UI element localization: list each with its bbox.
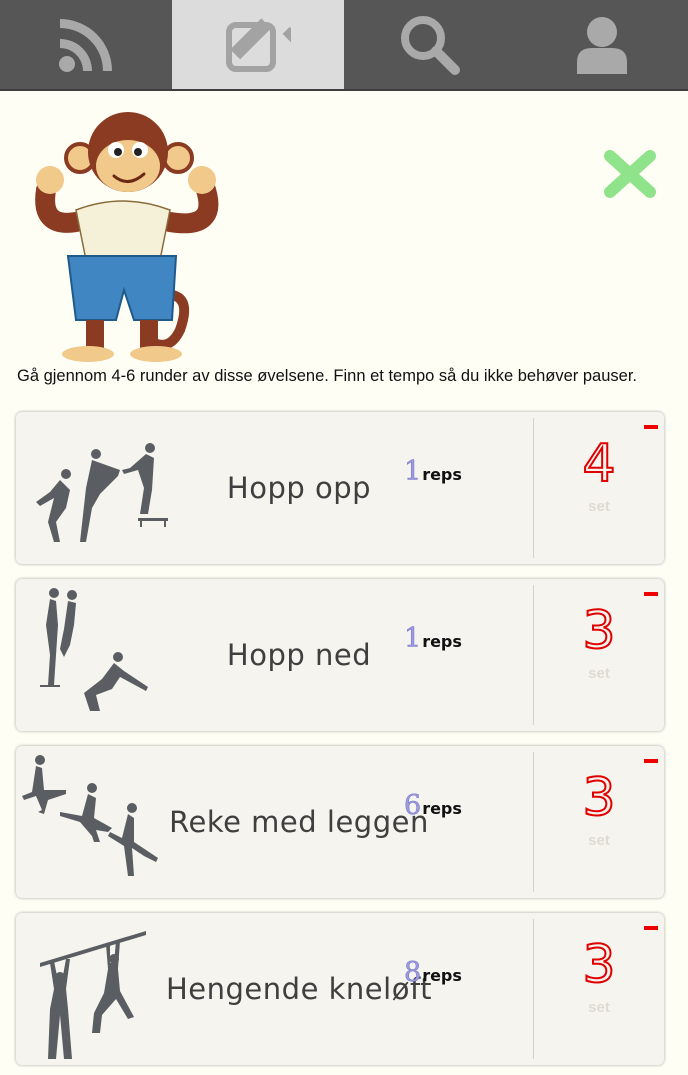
divider [533,752,534,892]
set-label: set [588,498,610,515]
reps-count: 1 reps [404,623,462,655]
nav-search[interactable] [344,0,516,89]
remove-exercise-button[interactable] [644,425,658,429]
reps-value: 1 [404,623,422,655]
edit-icon [226,17,291,72]
remove-exercise-button[interactable] [644,926,658,930]
exercise-card[interactable]: Hengende kneløft 8 reps 3 set [16,913,664,1065]
reps-value: 8 [404,957,422,989]
remove-exercise-button[interactable] [644,759,658,763]
set-count[interactable]: 3 [556,767,642,829]
set-label: set [588,832,610,849]
jump-down-figure-icon [40,588,148,711]
nav-profile[interactable] [516,0,688,89]
reps-value: 1 [404,456,422,488]
set-count[interactable]: 4 [556,433,642,495]
reps-label: reps [422,632,462,651]
reps-label: reps [422,799,462,818]
divider [533,919,534,1059]
set-label: set [588,665,610,682]
exercise-name: Hengende kneløft [166,972,433,1006]
workout-instructions: Gå gjennom 4-6 runder av disse øvelsene.… [17,367,637,385]
exercise-name: Hopp opp [226,471,372,505]
rss-icon [59,18,112,72]
exercise-card[interactable]: Hopp ned 1 reps 3 set [16,579,664,731]
reps-label: reps [422,966,462,985]
divider [533,418,534,558]
reps-count: 1 reps [404,456,462,488]
exercise-name: Hopp ned [226,638,372,672]
monkey-flexing-icon [28,110,228,366]
hanging-knee-raise-figure-icon [40,931,146,1059]
exercise-card[interactable]: Hopp opp 1 reps 4 set [16,412,664,564]
close-x-icon[interactable] [600,146,660,202]
set-count[interactable]: 3 [556,600,642,662]
nav-feed[interactable] [0,0,172,89]
reps-label: reps [422,465,462,484]
reps-count: 8 reps [404,957,462,989]
reps-count: 6 reps [404,790,462,822]
exercise-card[interactable]: Reke med leggen 6 reps 3 set [16,746,664,898]
top-nav [0,0,688,91]
remove-exercise-button[interactable] [644,592,658,596]
reps-value: 6 [404,790,422,822]
search-icon [401,15,460,75]
nav-edit[interactable] [172,0,344,89]
user-icon [577,16,627,74]
set-label: set [588,999,610,1016]
set-count[interactable]: 3 [556,934,642,996]
lunge-figure-icon [22,755,158,876]
jump-up-figure-icon [36,443,168,542]
exercise-name: Reke med leggen [169,805,429,839]
divider [533,585,534,725]
